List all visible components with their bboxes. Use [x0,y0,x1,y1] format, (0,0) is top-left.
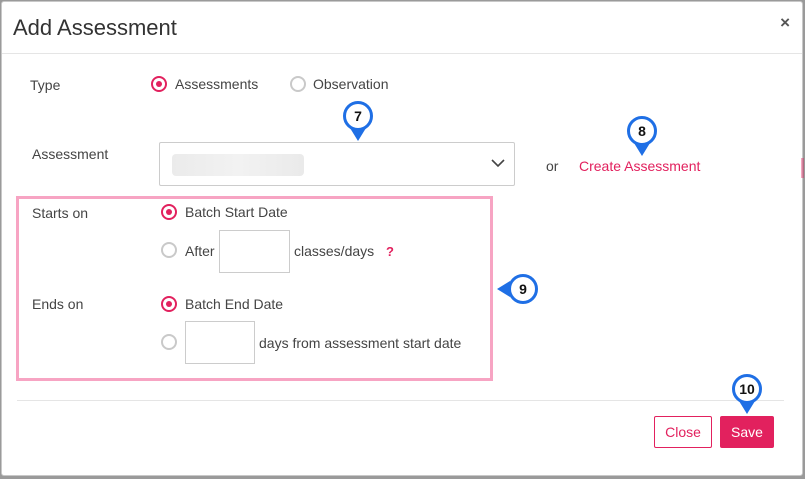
assessment-selected-value [172,154,304,176]
or-text: or [546,158,559,174]
step-marker-8: 8 [627,116,657,146]
marker-10-pointer-icon [739,401,755,414]
save-button[interactable]: Save [720,416,774,448]
type-observation-radio[interactable] [290,76,306,92]
starts-batch-radio[interactable] [161,204,177,220]
chevron-down-icon [491,159,505,168]
modal-header: Add Assessment × [2,2,802,54]
ends-days-radio[interactable] [161,334,177,350]
close-icon[interactable]: × [780,14,790,31]
assessment-select[interactable] [159,142,515,186]
step-marker-7: 7 [343,101,373,131]
ends-batch-label[interactable]: Batch End Date [185,296,283,312]
background-edge [801,158,804,178]
step-marker-9: 9 [508,274,538,304]
type-assessments-label[interactable]: Assessments [175,76,258,92]
type-observation-label[interactable]: Observation [313,76,388,92]
marker-7-pointer-icon [350,128,366,141]
starts-batch-label[interactable]: Batch Start Date [185,204,288,220]
create-assessment-link[interactable]: Create Assessment [579,158,700,174]
close-button[interactable]: Close [654,416,712,448]
ends-on-label: Ends on [32,296,84,312]
modal-title: Add Assessment [13,15,177,40]
starts-after-label[interactable]: After [185,243,215,259]
starts-after-suffix: classes/days [294,243,375,259]
starts-after-radio[interactable] [161,242,177,258]
starts-on-label: Starts on [32,205,89,221]
type-label: Type [30,77,61,93]
ends-days-input[interactable] [185,321,255,364]
assessment-label: Assessment [32,146,109,162]
footer-divider [17,400,784,401]
marker-8-pointer-icon [634,143,650,156]
ends-days-suffix: days from assessment start date [259,335,462,351]
ends-batch-radio[interactable] [161,296,177,312]
starts-after-input[interactable] [219,230,290,273]
step-marker-10: 10 [732,374,762,404]
question-icon[interactable]: ? [386,244,394,259]
type-assessments-radio[interactable] [151,76,167,92]
